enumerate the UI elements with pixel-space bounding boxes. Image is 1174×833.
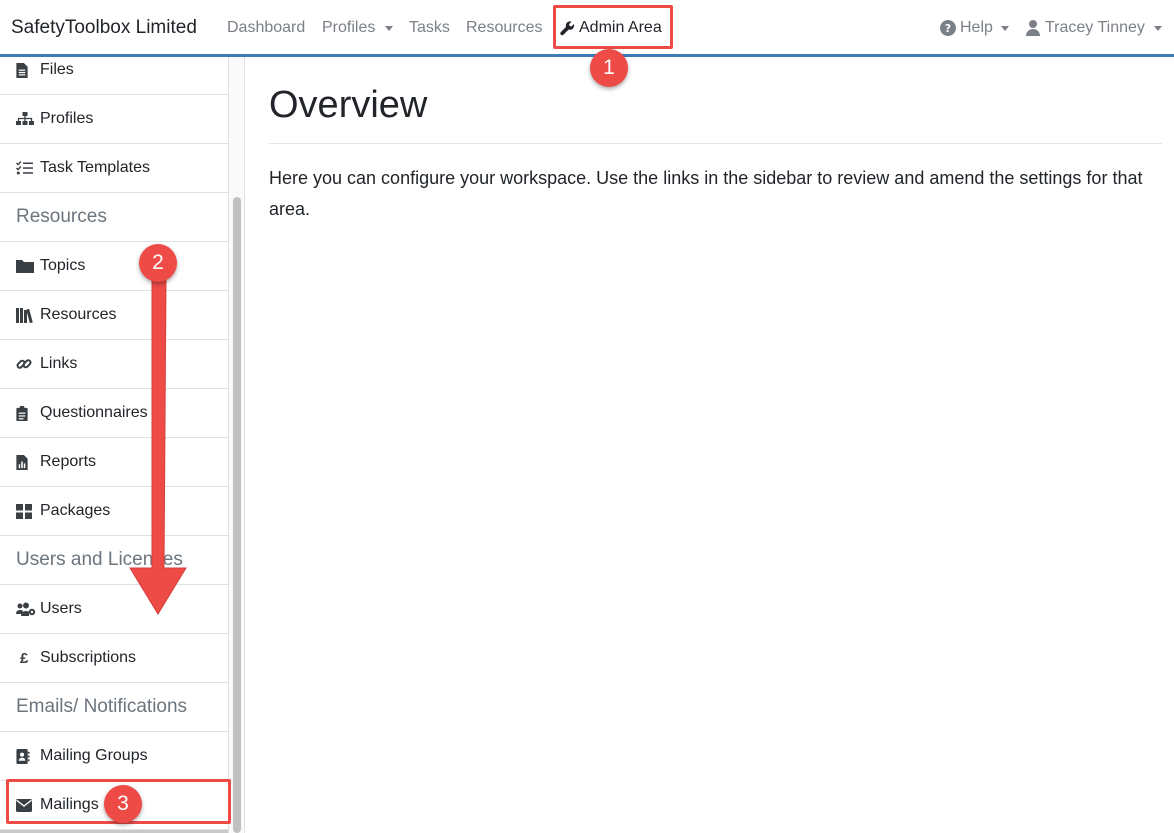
sidebar-item-users[interactable]: Users <box>0 585 228 634</box>
nav-dashboard[interactable]: Dashboard <box>227 19 305 37</box>
tasks-icon <box>16 160 36 176</box>
users-cog-icon <box>16 601 36 617</box>
pound-icon: £ <box>20 649 29 667</box>
file-icon <box>16 62 36 78</box>
sidebar-item-questionnaires[interactable]: Questionnaires <box>0 389 228 438</box>
admin-sidebar: Files Profiles Task Templates Resources … <box>0 57 229 833</box>
grid-icon <box>16 503 36 519</box>
chevron-down-icon <box>1000 25 1009 31</box>
sidebar-item-topics[interactable]: Topics <box>0 242 228 291</box>
svg-text:?: ? <box>945 22 951 35</box>
user-icon <box>1026 20 1040 36</box>
nav-resources[interactable]: Resources <box>466 19 542 37</box>
report-icon <box>16 454 36 470</box>
step-badge-3: 3 <box>104 785 142 823</box>
sidebar-item-task-templates[interactable]: Task Templates <box>0 144 228 193</box>
page-title: Overview <box>269 84 428 126</box>
folder-icon <box>16 258 36 274</box>
title-divider <box>269 143 1162 144</box>
sidebar-scrollbar-thumb[interactable] <box>233 197 241 833</box>
overview-description: Here you can configure your workspace. U… <box>269 168 1143 219</box>
sitemap-icon <box>16 111 36 127</box>
sidebar-item-profiles[interactable]: Profiles <box>0 95 228 144</box>
address-book-icon <box>16 748 36 764</box>
sidebar-item-links[interactable]: Links <box>0 340 228 389</box>
sidebar-item-mailing-groups[interactable]: Mailing Groups <box>0 732 228 781</box>
nav-help-dropdown[interactable]: ? Help <box>940 19 1009 37</box>
sidebar-heading-users: Users and Licences <box>0 536 228 585</box>
books-icon <box>16 307 36 323</box>
step-badge-2: 2 <box>139 244 177 282</box>
brand-link[interactable]: SafetyToolbox Limited <box>11 17 197 39</box>
sidebar-item-packages[interactable]: Packages <box>0 487 228 536</box>
sidebar-heading-resources: Resources <box>0 193 228 242</box>
nav-tasks[interactable]: Tasks <box>409 19 450 37</box>
chevron-down-icon <box>1153 25 1162 31</box>
nav-user-dropdown[interactable]: Tracey Tinney <box>1026 19 1162 37</box>
sidebar-item-resources[interactable]: Resources <box>0 291 228 340</box>
chevron-down-icon <box>385 25 394 31</box>
step-badge-1: 1 <box>590 49 628 87</box>
sidebar-item-subscriptions[interactable]: £ Subscriptions <box>0 634 228 683</box>
sidebar-item-reports[interactable]: Reports <box>0 438 228 487</box>
nav-profiles-dropdown[interactable]: Profiles <box>322 19 394 37</box>
highlight-admin-area <box>553 5 673 49</box>
clipboard-icon <box>16 405 36 421</box>
sidebar-item-files[interactable]: Files <box>0 57 228 95</box>
link-icon <box>16 356 36 372</box>
question-circle-icon: ? <box>940 20 956 36</box>
sidebar-heading-emails: Emails/ Notifications <box>0 683 228 732</box>
